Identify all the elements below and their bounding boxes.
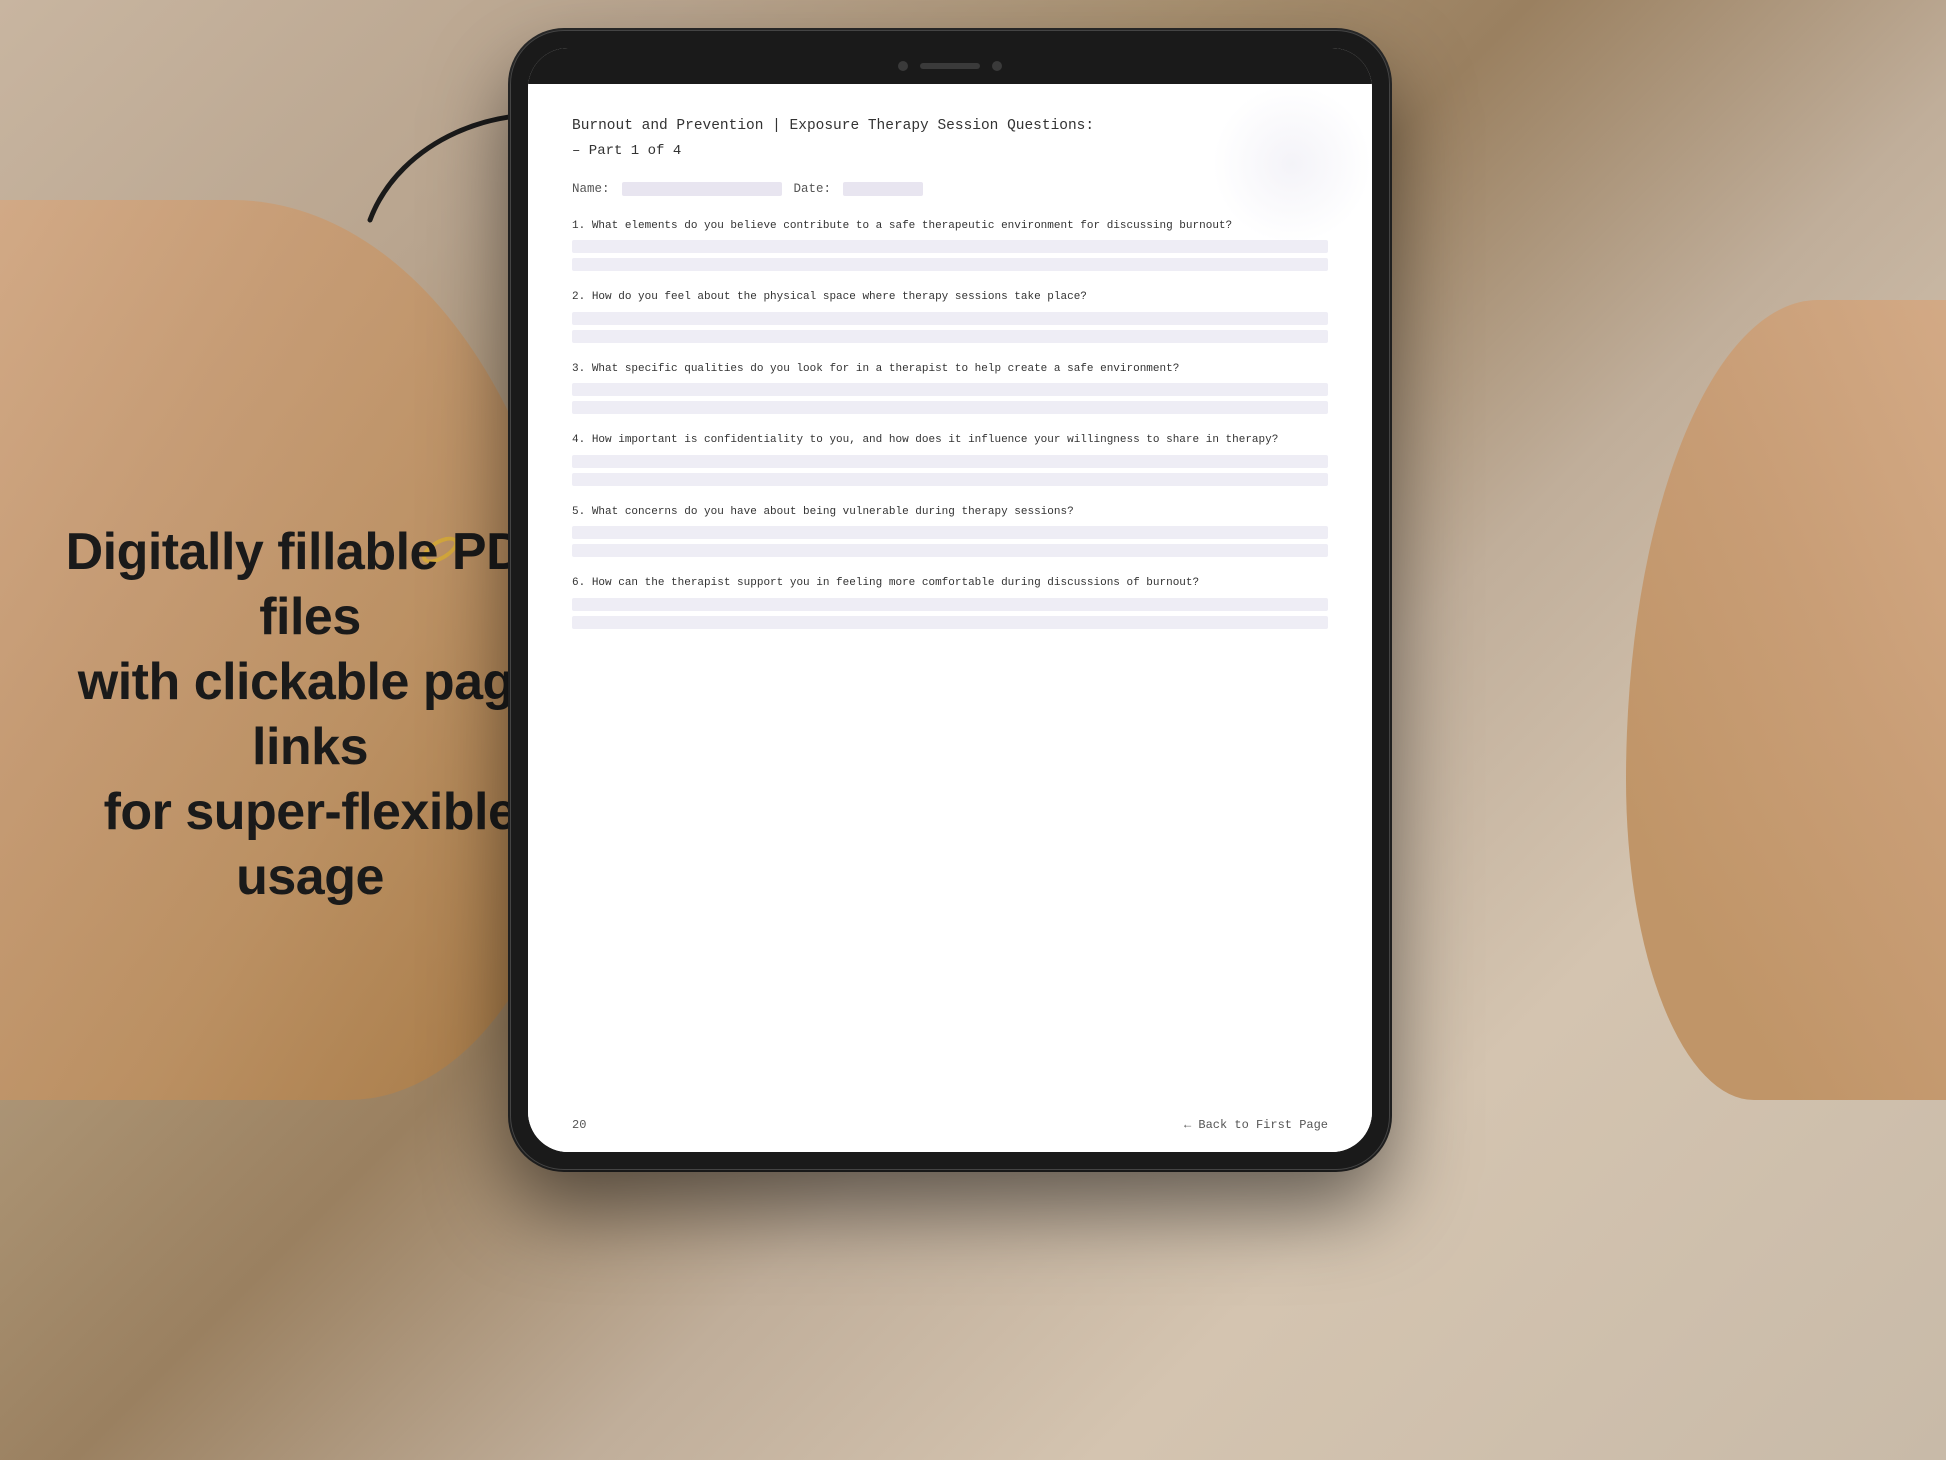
date-input-field[interactable] <box>843 182 923 196</box>
camera-dot-1 <box>898 61 908 71</box>
question-6-text: 6. How can the therapist support you in … <box>572 575 1328 592</box>
speaker-bar <box>920 63 980 69</box>
question-4-text: 4. How important is confidentiality to y… <box>572 432 1328 449</box>
question-5-text: 5. What concerns do you have about being… <box>572 504 1328 521</box>
left-text-line3: for super-flexible usage <box>60 780 560 910</box>
name-input-field[interactable] <box>622 182 782 196</box>
back-to-first-page-link[interactable]: ← Back to First Page <box>1184 1118 1328 1132</box>
answer-line[interactable] <box>572 473 1328 486</box>
question-1-answer[interactable] <box>572 240 1328 271</box>
pdf-document: Burnout and Prevention | Exposure Therap… <box>528 84 1372 1152</box>
answer-line[interactable] <box>572 544 1328 557</box>
date-label: Date: <box>794 182 832 196</box>
left-text-line1: Digitally fillable PDF files <box>60 520 560 650</box>
pdf-title-block: Burnout and Prevention | Exposure Therap… <box>572 116 1328 162</box>
answer-line[interactable] <box>572 330 1328 343</box>
camera-dot-2 <box>992 61 1002 71</box>
question-6: 6. How can the therapist support you in … <box>572 575 1328 629</box>
answer-line[interactable] <box>572 616 1328 629</box>
question-3: 3. What specific qualities do you look f… <box>572 361 1328 415</box>
answer-line[interactable] <box>572 312 1328 325</box>
question-5: 5. What concerns do you have about being… <box>572 504 1328 558</box>
answer-line[interactable] <box>572 526 1328 539</box>
question-3-text: 3. What specific qualities do you look f… <box>572 361 1328 378</box>
question-1-text: 1. What elements do you believe contribu… <box>572 218 1328 235</box>
question-4-answer[interactable] <box>572 455 1328 486</box>
question-3-answer[interactable] <box>572 383 1328 414</box>
answer-line[interactable] <box>572 598 1328 611</box>
question-2-text: 2. How do you feel about the physical sp… <box>572 289 1328 306</box>
pdf-title-line2: – Part 1 of 4 <box>572 141 1328 162</box>
ipad-body: Burnout and Prevention | Exposure Therap… <box>510 30 1390 1170</box>
question-5-answer[interactable] <box>572 526 1328 557</box>
question-2-answer[interactable] <box>572 312 1328 343</box>
name-date-row: Name: Date: <box>572 182 1328 196</box>
question-2: 2. How do you feel about the physical sp… <box>572 289 1328 343</box>
answer-line[interactable] <box>572 383 1328 396</box>
answer-line[interactable] <box>572 455 1328 468</box>
question-1: 1. What elements do you believe contribu… <box>572 218 1328 272</box>
answer-line[interactable] <box>572 240 1328 253</box>
question-4: 4. How important is confidentiality to y… <box>572 432 1328 486</box>
question-6-answer[interactable] <box>572 598 1328 629</box>
pdf-title-line1: Burnout and Prevention | Exposure Therap… <box>572 116 1328 138</box>
marketing-text: Digitally fillable PDF files with clicka… <box>60 520 560 910</box>
page-number: 20 <box>572 1118 586 1132</box>
name-label: Name: <box>572 182 610 196</box>
ipad-camera-bar <box>528 48 1372 84</box>
pdf-footer: 20 ← Back to First Page <box>572 1118 1328 1132</box>
left-text-line2: with clickable page links <box>60 650 560 780</box>
answer-line[interactable] <box>572 258 1328 271</box>
answer-line[interactable] <box>572 401 1328 414</box>
ipad-screen: Burnout and Prevention | Exposure Therap… <box>528 48 1372 1152</box>
ipad-device: Burnout and Prevention | Exposure Therap… <box>510 30 1390 1170</box>
